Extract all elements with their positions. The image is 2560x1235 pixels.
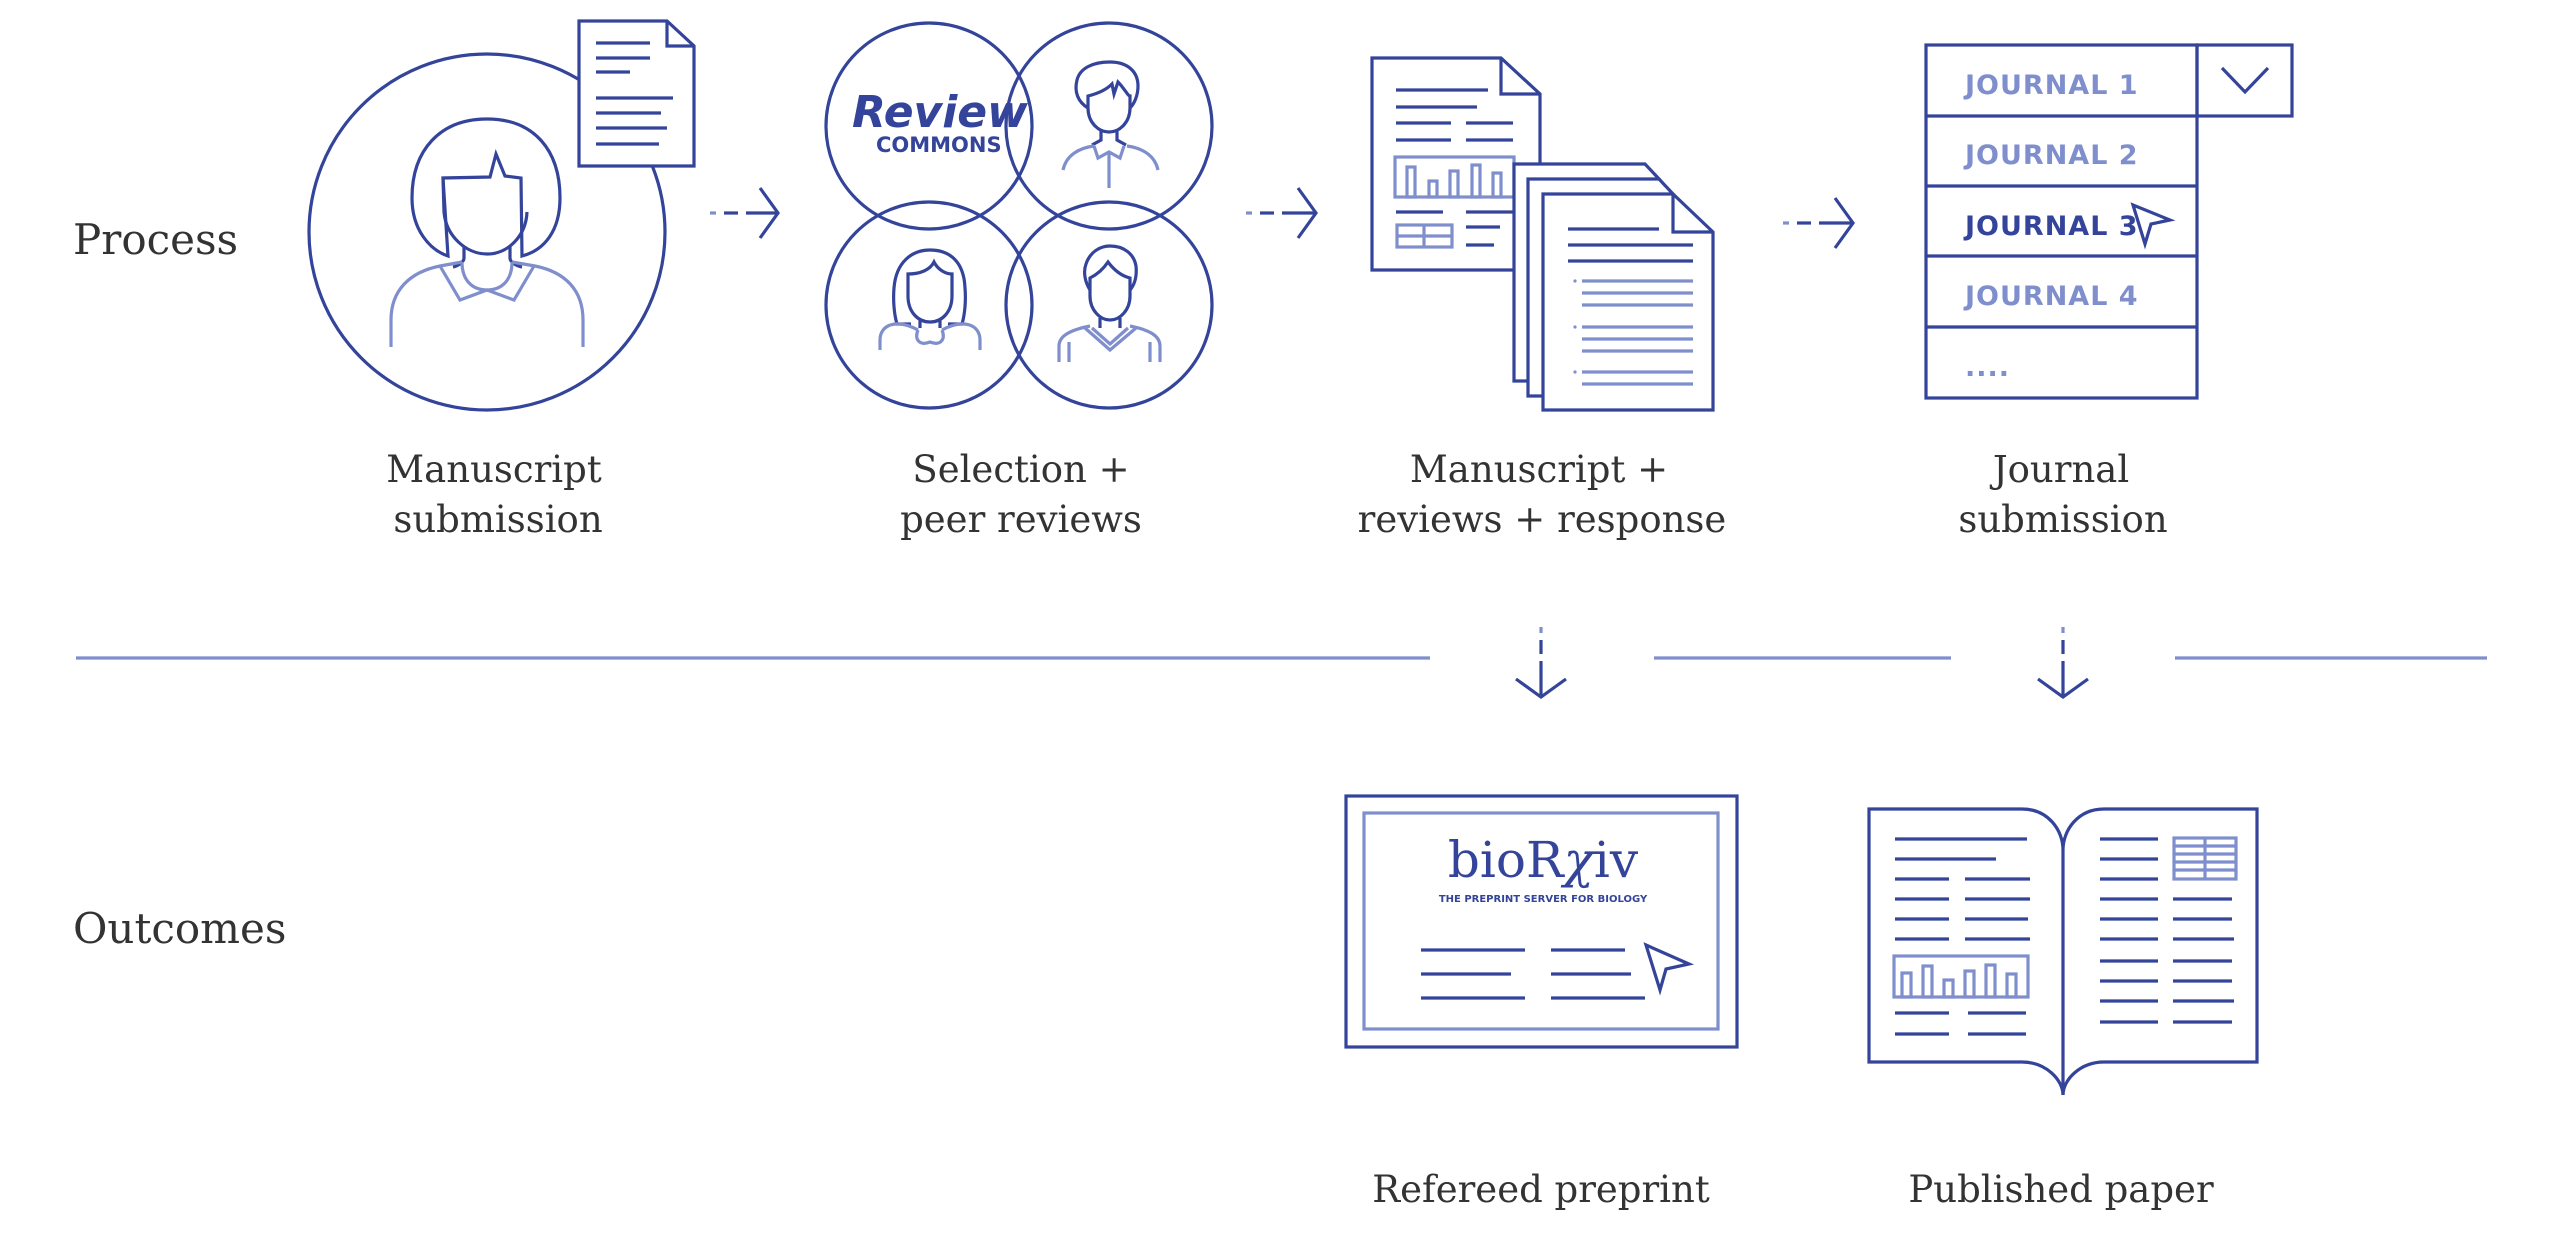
female-reviewer-icon — [878, 248, 982, 350]
process-section-label: Process — [73, 215, 238, 264]
stacked-documents-icon — [1370, 56, 1715, 412]
step-label-line2: reviews + response — [1358, 498, 1727, 541]
step-label-line2: peer reviews — [900, 498, 1142, 541]
arrow-right-icon — [710, 187, 780, 239]
review-pages-icon — [1512, 162, 1715, 412]
outcome-label: Published paper — [1908, 1168, 2214, 1211]
step-label-line1: Journal — [1989, 448, 2129, 491]
reviewer-circle — [1004, 200, 1214, 410]
arrow-right-icon — [1783, 197, 1855, 249]
review-commons-logo: Review COMMONS — [852, 87, 1028, 157]
open-book-icon — [1867, 807, 2259, 1096]
dropdown-option-more[interactable]: .... — [1965, 352, 2010, 383]
step-label-line1: Manuscript + — [1410, 448, 1668, 491]
step-label-line1: Manuscript — [386, 448, 602, 491]
arrow-down-icon — [1515, 627, 1567, 699]
outcomes-section-label: Outcomes — [73, 904, 286, 953]
arrow-right-icon — [1246, 187, 1318, 239]
reviewer-circle — [824, 200, 1034, 410]
reviewer-circle — [1004, 21, 1214, 231]
manuscript-document-icon — [577, 19, 696, 168]
step-label-line1: Selection + — [912, 448, 1129, 491]
biorxiv-screen-icon: bioRχiv THE PREPRINT SERVER FOR BIOLOGY — [1344, 794, 1739, 1049]
dropdown-option-selected[interactable]: JOURNAL 3 — [1963, 211, 2139, 242]
review-process-diagram: Process Outcomes Manuscript submission R… — [73, 19, 2487, 1211]
chevron-down-icon[interactable] — [2220, 66, 2270, 95]
dropdown-toggle-button[interactable] — [2195, 43, 2294, 118]
male-reviewer-icon — [1061, 60, 1160, 188]
male-reviewer-icon — [1057, 244, 1162, 362]
biorxiv-tagline: THE PREPRINT SERVER FOR BIOLOGY — [1439, 894, 1648, 905]
review-commons-logo-word1: Review — [852, 87, 1028, 138]
dropdown-option[interactable]: JOURNAL 4 — [1963, 281, 2139, 312]
step-label-line2: submission — [393, 498, 602, 541]
dropdown-option[interactable]: JOURNAL 2 — [1963, 140, 2139, 171]
arrow-down-icon — [2037, 627, 2089, 699]
journal-dropdown[interactable]: JOURNAL 1 JOURNAL 2 JOURNAL 3 JOURNAL 4 … — [1924, 43, 2294, 400]
cursor-pointer-icon — [1643, 942, 1695, 996]
outcome-label: Refereed preprint — [1372, 1168, 1710, 1211]
review-commons-reviewers-icon: Review COMMONS — [824, 21, 1214, 410]
biorxiv-logo: bioRχiv — [1448, 831, 1639, 889]
step-label-line2: submission — [1958, 498, 2167, 541]
review-commons-logo-word2: COMMONS — [876, 133, 1002, 157]
female-author-icon — [389, 117, 585, 347]
author-with-document-icon — [307, 19, 696, 412]
dropdown-option[interactable]: JOURNAL 1 — [1963, 70, 2139, 101]
